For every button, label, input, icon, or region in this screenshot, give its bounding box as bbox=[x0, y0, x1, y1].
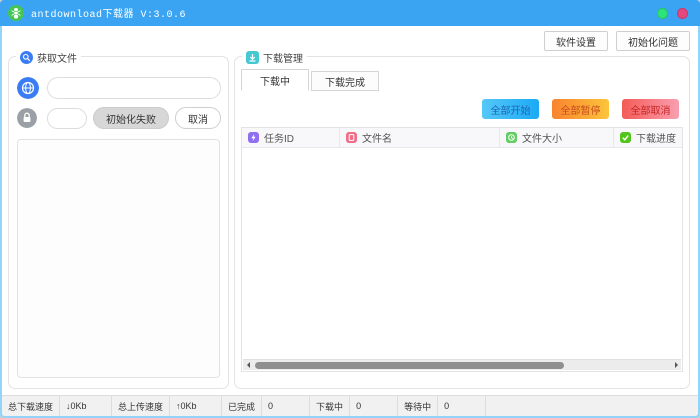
toolbar: 软件设置 初始化问题 bbox=[544, 31, 690, 51]
table-body-empty bbox=[242, 148, 682, 359]
scroll-left-arrow-icon[interactable] bbox=[243, 360, 253, 371]
column-filesize-label: 文件大小 bbox=[522, 130, 562, 145]
software-settings-button[interactable]: 软件设置 bbox=[544, 31, 608, 51]
start-all-button[interactable]: 全部开始 bbox=[482, 99, 539, 119]
horizontal-scrollbar[interactable] bbox=[243, 359, 681, 370]
init-issue-button[interactable]: 初始化问题 bbox=[616, 31, 690, 51]
url-input[interactable] bbox=[47, 77, 221, 99]
close-button[interactable] bbox=[677, 8, 688, 19]
status-bar: 总下载速度 ↓0Kb 总上传速度 ↑0Kb 已完成 0 下载中 0 等待中 0 bbox=[2, 395, 698, 416]
task-id-icon bbox=[248, 132, 259, 143]
status-downloading-value: 0 bbox=[350, 396, 398, 416]
status-downloading-label: 下载中 bbox=[310, 396, 350, 416]
url-row bbox=[17, 77, 221, 99]
batch-actions: 全部开始 全部暂停 全部取消 bbox=[482, 99, 679, 119]
status-total-download-value: ↓0Kb bbox=[60, 396, 112, 416]
scrollbar-thumb[interactable] bbox=[255, 362, 564, 369]
column-progress-label: 下载进度 bbox=[636, 130, 676, 145]
init-status-button[interactable]: 初始化失败 bbox=[93, 107, 169, 129]
window-title: antdownload下载器 V:3.0.6 bbox=[31, 5, 186, 21]
column-filename-label: 文件名 bbox=[362, 130, 392, 145]
window-controls bbox=[657, 8, 692, 19]
code-row: 初始化失败 取消 bbox=[17, 107, 221, 129]
status-waiting-label: 等待中 bbox=[398, 396, 438, 416]
progress-check-icon bbox=[620, 132, 631, 143]
app-window: antdownload下载器 V:3.0.6 软件设置 初始化问题 获取文件 bbox=[0, 0, 700, 418]
status-filler bbox=[486, 396, 698, 416]
pause-all-button[interactable]: 全部暂停 bbox=[552, 99, 609, 119]
status-total-download-label: 总下载速度 bbox=[2, 396, 60, 416]
download-manager-title: 下载管理 bbox=[263, 50, 303, 65]
scrollbar-track[interactable] bbox=[253, 360, 671, 371]
status-total-upload-label: 总上传速度 bbox=[112, 396, 170, 416]
globe-icon bbox=[17, 77, 39, 99]
minimize-button[interactable] bbox=[657, 8, 668, 19]
file-list bbox=[17, 139, 220, 378]
cancel-all-button[interactable]: 全部取消 bbox=[622, 99, 679, 119]
column-task-id-label: 任务ID bbox=[264, 130, 294, 145]
column-task-id: 任务ID bbox=[242, 128, 340, 147]
search-icon bbox=[20, 51, 33, 64]
get-file-panel: 获取文件 初始化失败 取消 bbox=[8, 56, 229, 389]
status-completed-label: 已完成 bbox=[222, 396, 262, 416]
get-file-title: 获取文件 bbox=[37, 50, 77, 65]
status-total-upload-value: ↑0Kb bbox=[170, 396, 222, 416]
column-progress: 下载进度 bbox=[614, 128, 682, 147]
download-manager-icon bbox=[246, 51, 259, 64]
get-file-legend: 获取文件 bbox=[16, 50, 81, 65]
cancel-button[interactable]: 取消 bbox=[175, 107, 221, 129]
window-body: 软件设置 初始化问题 获取文件 bbox=[2, 26, 698, 416]
column-filesize: 文件大小 bbox=[500, 128, 614, 147]
download-table: 任务ID 文件名 bbox=[241, 127, 683, 372]
download-manager-legend: 下载管理 bbox=[242, 50, 307, 65]
filesize-icon bbox=[506, 132, 517, 143]
titlebar[interactable]: antdownload下载器 V:3.0.6 bbox=[0, 0, 700, 26]
download-tabs: 下载中 下载完成 bbox=[241, 69, 379, 91]
table-header: 任务ID 文件名 bbox=[242, 128, 682, 148]
code-input[interactable] bbox=[47, 108, 87, 129]
download-manager-panel: 下载管理 下载中 下载完成 全部开始 全部暂停 全部取消 bbox=[234, 56, 690, 389]
app-logo-ant-icon bbox=[8, 5, 24, 21]
status-waiting-value: 0 bbox=[438, 396, 486, 416]
tab-completed[interactable]: 下载完成 bbox=[311, 71, 379, 91]
tab-downloading[interactable]: 下载中 bbox=[241, 69, 309, 91]
column-filename: 文件名 bbox=[340, 128, 500, 147]
status-completed-value: 0 bbox=[262, 396, 310, 416]
filename-icon bbox=[346, 132, 357, 143]
lock-icon bbox=[17, 108, 37, 128]
scroll-right-arrow-icon[interactable] bbox=[671, 360, 681, 371]
